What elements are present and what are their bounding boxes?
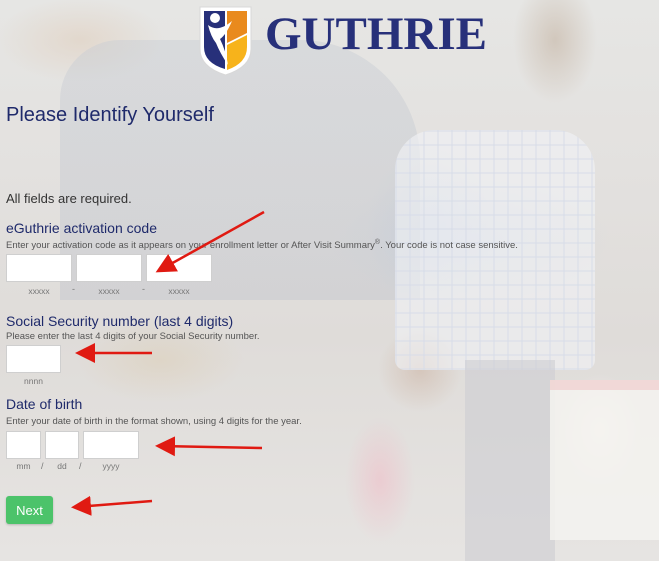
required-fields-note: All fields are required. xyxy=(6,191,132,206)
activation-code-separator: - xyxy=(72,284,75,294)
dob-year-hint: yyyy xyxy=(102,461,120,471)
activation-help-text-end: . Your code is not case sensitive. xyxy=(380,240,518,252)
ssn-last4-input[interactable] xyxy=(6,345,61,373)
dob-month-hint: mm xyxy=(16,461,31,471)
activation-code-part-2-hint: xxxxx xyxy=(98,286,120,296)
activation-code-part-3-hint: xxxxx xyxy=(168,286,190,296)
activation-code-part-1-hint: xxxxx xyxy=(28,286,50,296)
activation-code-separator: - xyxy=(142,284,145,294)
activation-code-part-2-input[interactable] xyxy=(76,254,142,282)
dob-label: Date of birth xyxy=(6,396,83,412)
dob-separator: / xyxy=(79,461,82,471)
ssn-help: Please enter the last 4 digits of your S… xyxy=(6,331,260,342)
ssn-hint: nnnn xyxy=(24,376,43,386)
dob-year-input[interactable] xyxy=(83,431,139,459)
page-title: Please Identify Yourself xyxy=(6,104,214,126)
activation-help-text: Enter your activation code as it appears… xyxy=(6,240,375,252)
activation-code-part-1-input[interactable] xyxy=(6,254,72,282)
next-button[interactable]: Next xyxy=(6,496,53,524)
ssn-label: Social Security number (last 4 digits) xyxy=(6,313,234,329)
dob-day-hint: dd xyxy=(57,461,67,471)
guthrie-wordmark: GUTHRIE xyxy=(265,8,487,60)
dob-help: Enter your date of birth in the format s… xyxy=(6,416,302,427)
dob-day-input[interactable] xyxy=(45,431,79,459)
dob-separator: / xyxy=(41,461,44,471)
background-person-legs xyxy=(465,360,555,561)
guthrie-shield-logo-icon xyxy=(199,6,252,76)
dob-month-input[interactable] xyxy=(6,431,41,459)
background-cooler xyxy=(550,380,659,540)
activation-code-help: Enter your activation code as it appears… xyxy=(6,239,518,251)
activation-code-label: eGuthrie activation code xyxy=(6,220,157,236)
guthrie-logo: GUTHRIE xyxy=(198,3,487,77)
activation-code-part-3-input[interactable] xyxy=(146,254,212,282)
